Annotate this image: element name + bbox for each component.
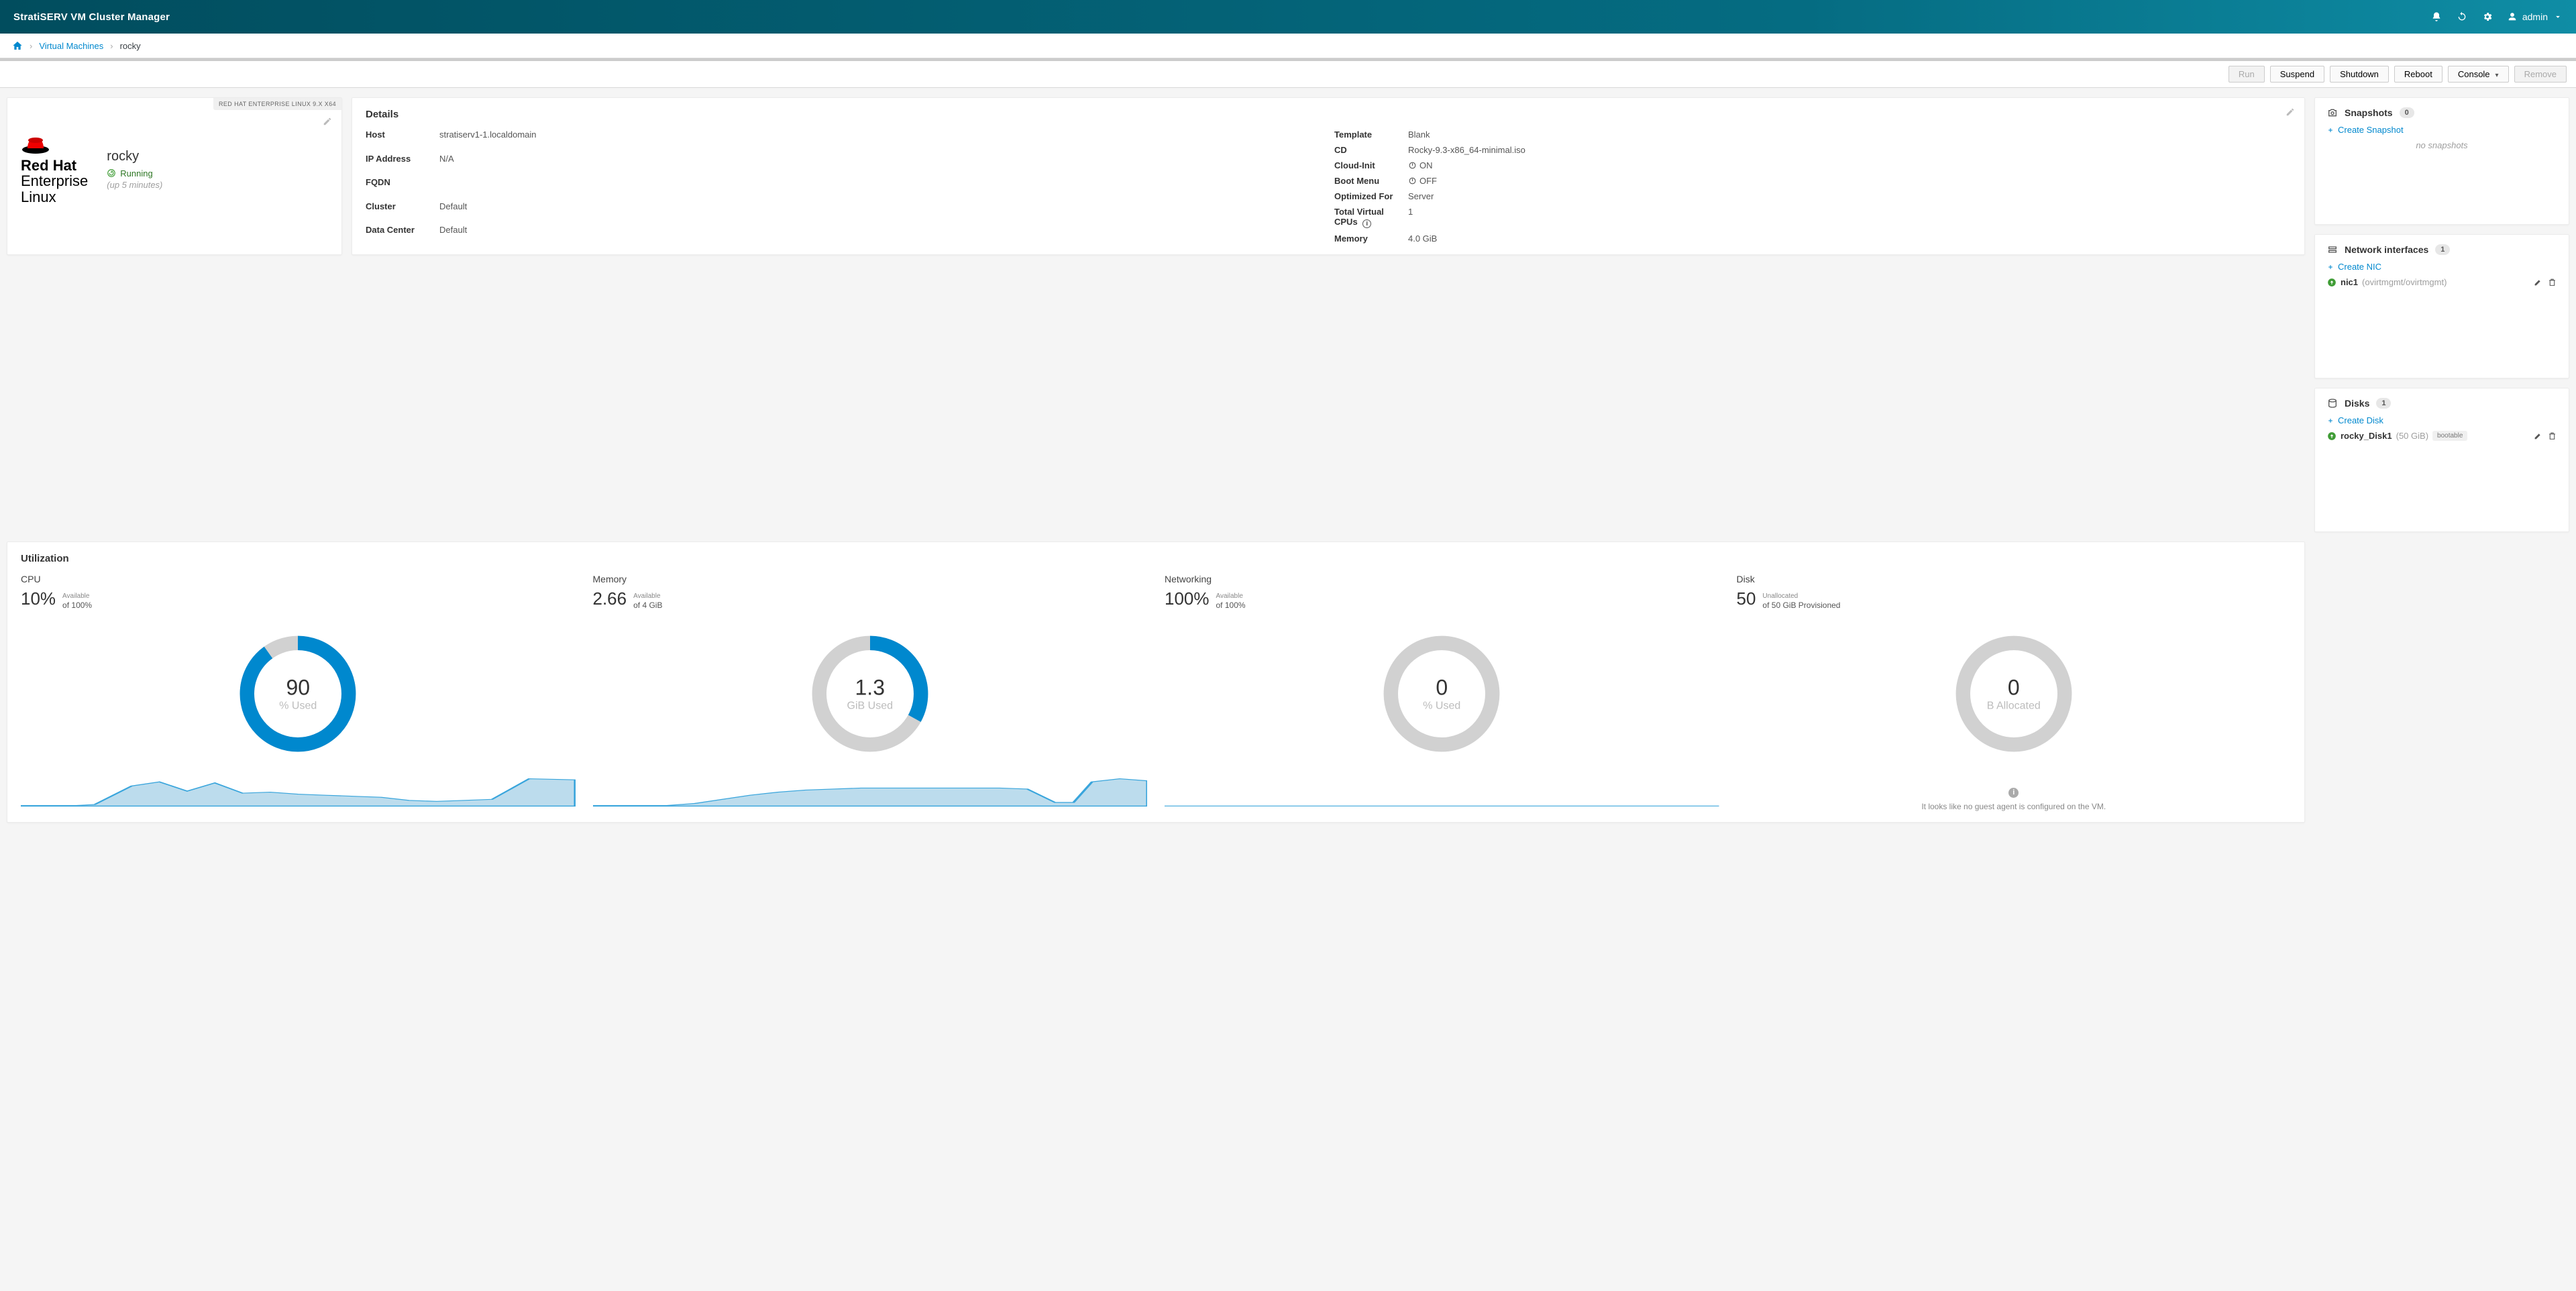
suspend-button[interactable]: Suspend <box>2270 66 2324 83</box>
disks-card: Disks1 Create Disk rocky_Disk1 (50 GiB) … <box>2314 388 2569 532</box>
cpu-sparkline <box>21 776 576 807</box>
reboot-button[interactable]: Reboot <box>2394 66 2443 83</box>
run-button[interactable]: Run <box>2229 66 2265 83</box>
home-icon[interactable] <box>12 40 23 51</box>
disk-item[interactable]: rocky_Disk1 (50 GiB) bootable <box>2327 431 2557 441</box>
camera-icon <box>2327 107 2338 118</box>
util-disk: Disk50Unallocatedof 50 GiB Provisioned 0… <box>1737 574 2292 811</box>
refresh-icon[interactable] <box>2457 11 2467 22</box>
up-arrow-icon <box>2327 431 2337 441</box>
vm-status: Running <box>107 168 162 178</box>
delete-nic-icon[interactable] <box>2548 278 2557 287</box>
cpu-donut: 90% Used <box>231 627 365 761</box>
nics-card: Network interfaces1 Create NIC nic1 (ovi… <box>2314 234 2569 378</box>
info-icon[interactable]: i <box>1362 219 1371 228</box>
masthead: StratiSERV VM Cluster Manager admin <box>0 0 2576 34</box>
shutdown-button[interactable]: Shutdown <box>2330 66 2389 83</box>
vm-uptime: (up 5 minutes) <box>107 180 162 190</box>
nic-item[interactable]: nic1 (ovirtmgmt/ovirtmgmt) <box>2327 277 2557 287</box>
snapshots-count: 0 <box>2400 107 2414 118</box>
breadcrumb-link[interactable]: Virtual Machines <box>39 41 103 51</box>
info-icon: i <box>2008 788 2019 798</box>
power-icon <box>1408 161 1417 170</box>
delete-disk-icon[interactable] <box>2548 431 2557 440</box>
vm-details-card: Details Hoststratiserv1-1.localdomain IP… <box>352 97 2305 255</box>
util-memory: Memory2.66Availableof 4 GiB 1.3GiB Used <box>593 574 1148 811</box>
os-vendor-logo: Red HatEnterpriseLinux <box>21 134 88 204</box>
util-networking: Networking100%Availableof 100% 0% Used <box>1165 574 1719 811</box>
snapshots-empty: no snapshots <box>2327 140 2557 150</box>
utilization-title: Utilization <box>21 553 2291 564</box>
snapshots-card: Snapshots0 Create Snapshot no snapshots <box>2314 97 2569 225</box>
console-button[interactable]: Console <box>2448 66 2509 83</box>
disk-donut: 0B Allocated <box>1947 627 2081 761</box>
utilization-card: Utilization CPU10%Availableof 100% 90% U… <box>7 541 2305 823</box>
disk-icon <box>2327 398 2338 409</box>
os-badge: RED HAT ENTERPRISE LINUX 9.X X64 <box>213 98 341 110</box>
create-snapshot-link[interactable]: Create Snapshot <box>2327 125 2557 135</box>
vm-identity-card: RED HAT ENTERPRISE LINUX 9.X X64 Red Hat… <box>7 97 342 255</box>
breadcrumb: › Virtual Machines › rocky <box>0 34 2576 58</box>
running-icon <box>107 168 116 178</box>
edit-disk-icon[interactable] <box>2534 431 2542 440</box>
mem-sparkline <box>593 776 1148 807</box>
bootable-tag: bootable <box>2432 431 2467 441</box>
create-disk-link[interactable]: Create Disk <box>2327 415 2557 425</box>
mem-donut: 1.3GiB Used <box>803 627 937 761</box>
details-left-col: Hoststratiserv1-1.localdomain IP Address… <box>366 130 1322 244</box>
user-menu[interactable]: admin <box>2508 11 2563 22</box>
edit-icon[interactable] <box>323 117 332 126</box>
no-guest-agent-note: iIt looks like no guest agent is configu… <box>1737 788 2292 811</box>
edit-details-icon[interactable] <box>2286 107 2295 117</box>
details-title: Details <box>366 109 2291 120</box>
nics-count: 1 <box>2435 244 2450 255</box>
disks-count: 1 <box>2376 398 2391 409</box>
caret-down-icon <box>2553 12 2563 21</box>
gear-icon[interactable] <box>2482 11 2493 22</box>
net-sparkline <box>1165 776 1719 807</box>
vm-name: rocky <box>107 149 162 164</box>
net-donut: 0% Used <box>1375 627 1509 761</box>
bell-icon[interactable] <box>2431 11 2442 22</box>
power-icon <box>1408 176 1417 185</box>
breadcrumb-current: rocky <box>120 41 141 51</box>
details-right-col: TemplateBlank CDRocky-9.3-x86_64-minimal… <box>1334 130 2291 244</box>
up-arrow-icon <box>2327 278 2337 287</box>
network-icon <box>2327 244 2338 255</box>
brand: StratiSERV VM Cluster Manager <box>13 11 170 23</box>
user-name: admin <box>2522 11 2548 22</box>
remove-button[interactable]: Remove <box>2514 66 2567 83</box>
util-cpu: CPU10%Availableof 100% 90% Used <box>21 574 576 811</box>
create-nic-link[interactable]: Create NIC <box>2327 262 2557 272</box>
user-icon <box>2508 12 2517 21</box>
edit-nic-icon[interactable] <box>2534 278 2542 287</box>
vm-toolbar: Run Suspend Shutdown Reboot Console Remo… <box>0 61 2576 88</box>
